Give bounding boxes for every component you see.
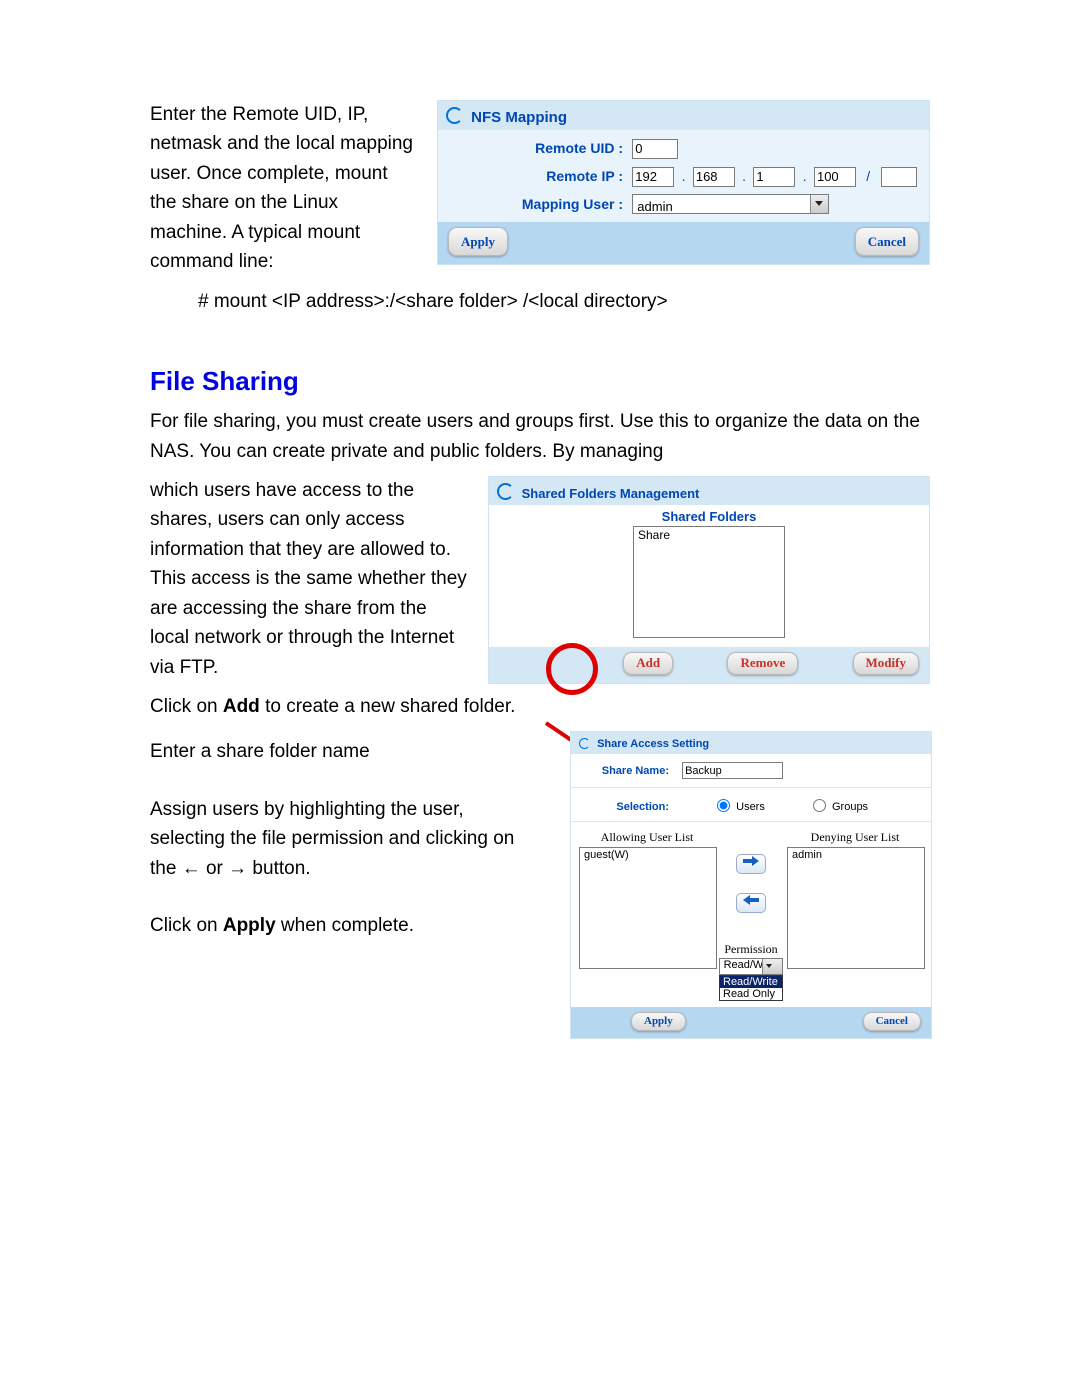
- share-name-input[interactable]: [682, 762, 783, 779]
- refresh-icon: [497, 483, 514, 500]
- users-radio-label: Users: [736, 801, 765, 813]
- move-right-button[interactable]: [736, 854, 766, 874]
- apply-button[interactable]: Apply: [448, 227, 508, 256]
- remove-button[interactable]: Remove: [727, 652, 798, 675]
- refresh-icon: [579, 738, 590, 749]
- sfm-panel-title: Shared Folders Management: [489, 477, 929, 505]
- share-name-label: Share Name:: [581, 765, 669, 777]
- denying-list-head: Denying User List: [787, 830, 923, 845]
- ip-octet-4[interactable]: [814, 167, 856, 187]
- groups-radio-label: Groups: [832, 801, 868, 813]
- sas-title-text: Share Access Setting: [597, 738, 709, 750]
- remote-uid-label: Remote UID :: [448, 140, 623, 156]
- chevron-down-icon: [762, 959, 782, 974]
- list-item[interactable]: guest(W): [580, 848, 716, 862]
- list-item[interactable]: admin: [788, 848, 924, 862]
- add-button[interactable]: Add: [623, 652, 673, 675]
- move-left-button[interactable]: [736, 893, 766, 913]
- ip-octet-1[interactable]: [632, 167, 674, 187]
- permission-option[interactable]: Read/Write: [720, 976, 782, 988]
- sas-panel-title: Share Access Setting: [571, 732, 931, 754]
- users-radio[interactable]: [717, 799, 730, 812]
- apply-button[interactable]: Apply: [631, 1012, 686, 1031]
- selection-row: Selection: Users Groups: [571, 788, 931, 822]
- remote-ip-label: Remote IP :: [448, 168, 623, 184]
- permission-options[interactable]: Read/Write Read Only: [719, 975, 783, 1001]
- ip-octet-2[interactable]: [693, 167, 735, 187]
- fs-para-1: For file sharing, you must create users …: [150, 407, 930, 466]
- cancel-button[interactable]: Cancel: [863, 1012, 921, 1031]
- remote-uid-input[interactable]: [632, 139, 678, 159]
- sas-button-bar: Apply Cancel: [571, 1007, 931, 1038]
- refresh-icon: [446, 107, 463, 124]
- file-sharing-heading: File Sharing: [150, 366, 930, 397]
- share-access-panel: Share Access Setting Share Name: Selecti…: [570, 731, 932, 1039]
- dot-separator: .: [801, 168, 809, 184]
- permission-option[interactable]: Read Only: [720, 988, 782, 1000]
- sfm-title-text: Shared Folders Management: [522, 486, 700, 501]
- allowing-list-head: Allowing User List: [579, 830, 715, 845]
- cancel-button[interactable]: Cancel: [855, 227, 919, 256]
- nfs-form: Remote UID : Remote IP : . . . / Mapping…: [438, 130, 929, 222]
- mount-command: # mount <IP address>:/<share folder> /<l…: [150, 287, 930, 316]
- nfs-mapping-panel: NFS Mapping Remote UID : Remote IP : . .…: [437, 100, 930, 265]
- mapping-user-label: Mapping User :: [448, 196, 623, 212]
- fs-click-add: Click on Add to create a new shared fold…: [150, 692, 930, 721]
- dot-separator: .: [680, 168, 688, 184]
- nfs-button-bar: Apply Cancel: [438, 222, 929, 264]
- shared-folders-panel: Shared Folders Management Shared Folders…: [488, 476, 930, 684]
- share-access-wrap: Share Access Setting Share Name: Selecti…: [550, 731, 930, 1039]
- denying-user-list[interactable]: admin: [787, 847, 925, 969]
- user-lists: Allowing User List guest(W) Permission R…: [571, 822, 931, 1007]
- permission-label: Permission: [717, 942, 785, 957]
- selection-label: Selection:: [581, 801, 669, 813]
- shared-folders-list[interactable]: Share: [633, 526, 785, 638]
- allowing-user-list[interactable]: guest(W): [579, 847, 717, 969]
- share-name-row: Share Name:: [571, 754, 931, 788]
- modify-button[interactable]: Modify: [853, 652, 919, 675]
- netmask-input[interactable]: [881, 167, 917, 187]
- slash-separator: /: [861, 168, 875, 184]
- nfs-title-text: NFS Mapping: [471, 109, 567, 126]
- permission-select[interactable]: Read/Write: [719, 958, 783, 975]
- dot-separator: .: [740, 168, 748, 184]
- ip-octet-3[interactable]: [753, 167, 795, 187]
- chevron-down-icon: [810, 195, 828, 213]
- nfs-panel-title: NFS Mapping: [438, 101, 929, 130]
- mapping-user-value: admin: [633, 198, 694, 215]
- mapping-user-dropdown[interactable]: admin: [632, 194, 829, 214]
- shared-folders-subhead: Shared Folders: [489, 509, 929, 524]
- groups-radio[interactable]: [813, 799, 826, 812]
- list-item[interactable]: Share: [634, 527, 784, 543]
- sfm-button-bar: Add Remove Modify: [489, 647, 929, 683]
